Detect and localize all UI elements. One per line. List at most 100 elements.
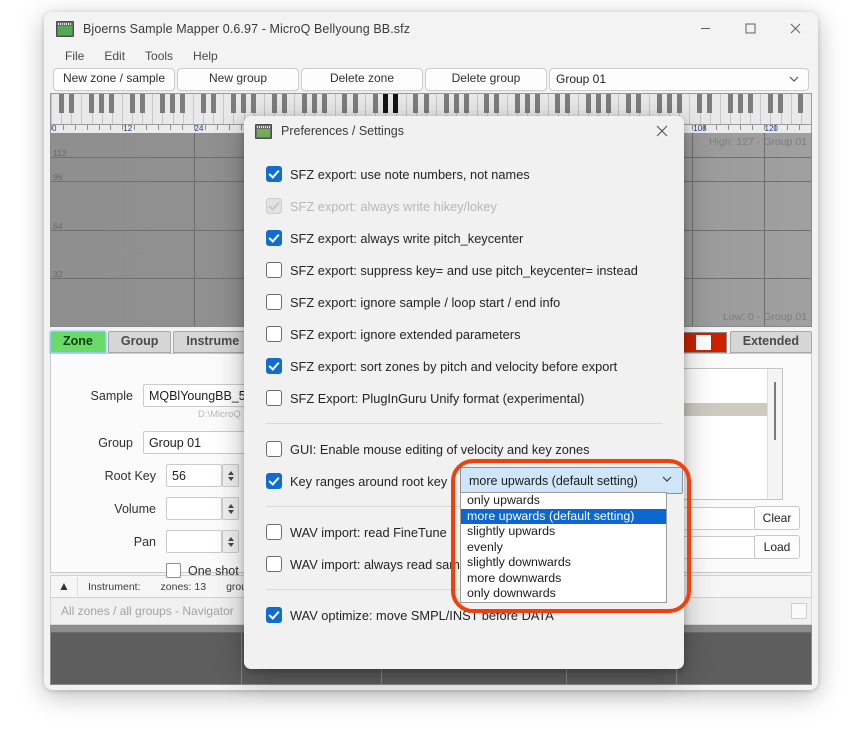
black-key[interactable] <box>768 94 774 113</box>
black-key[interactable] <box>68 94 74 113</box>
white-key[interactable] <box>51 94 52 124</box>
option-sfz-0[interactable]: SFZ export: use note numbers, not names <box>266 158 662 190</box>
black-key[interactable] <box>524 94 530 113</box>
chevron-up-icon[interactable]: ▲ <box>51 577 78 596</box>
black-key[interactable] <box>585 94 591 113</box>
black-key[interactable] <box>565 94 571 113</box>
tab-group[interactable]: Group <box>107 331 172 353</box>
key-range-dropdown-list[interactable]: only upwards more upwards (default settin… <box>460 492 667 603</box>
tab-zone[interactable]: Zone <box>50 331 106 353</box>
black-key[interactable] <box>697 94 703 113</box>
delete-group-button[interactable]: Delete group <box>425 67 547 91</box>
option-wav-optimize-0[interactable]: WAV optimize: move SMPL/INST before DATA <box>266 599 662 631</box>
extended-button[interactable]: Extended <box>729 331 812 353</box>
black-key[interactable] <box>514 94 520 113</box>
black-key[interactable] <box>301 94 307 113</box>
root-key-field[interactable]: 56 <box>166 464 222 487</box>
option-sfz-6[interactable]: SFZ export: sort zones by pitch and velo… <box>266 350 662 382</box>
menu-file[interactable]: File <box>55 47 94 66</box>
tab-instrument[interactable]: Instrume <box>173 331 253 353</box>
white-key[interactable] <box>192 94 194 124</box>
menu-tools[interactable]: Tools <box>135 47 183 66</box>
white-key[interactable] <box>689 94 691 124</box>
black-key[interactable] <box>676 94 682 113</box>
white-key[interactable] <box>81 94 83 124</box>
volume-stepper[interactable] <box>222 497 239 520</box>
black-key[interactable] <box>160 94 166 113</box>
volume-field[interactable] <box>166 497 222 520</box>
white-key[interactable] <box>760 94 762 124</box>
dropdown-option[interactable]: slightly upwards <box>461 524 666 540</box>
sample-list[interactable] <box>683 368 783 500</box>
dropdown-option[interactable]: slightly downwards <box>461 555 666 571</box>
black-key[interactable] <box>666 94 672 113</box>
root-key-stepper[interactable] <box>222 464 239 487</box>
delete-zone-button[interactable]: Delete zone <box>301 67 423 91</box>
white-key[interactable] <box>790 94 792 124</box>
black-key[interactable] <box>443 94 449 113</box>
checkbox-icon[interactable] <box>266 473 282 489</box>
option-gui-0[interactable]: GUI: Enable mouse editing of velocity an… <box>266 433 662 465</box>
white-key[interactable] <box>719 94 721 124</box>
black-key[interactable] <box>798 94 804 113</box>
minimize-icon[interactable] <box>683 12 728 45</box>
black-key[interactable] <box>170 94 176 113</box>
black-key[interactable] <box>453 94 459 113</box>
group-select[interactable]: Group 01 <box>549 67 809 91</box>
black-key[interactable] <box>383 94 388 113</box>
close-icon[interactable] <box>773 12 818 45</box>
checkbox-icon[interactable] <box>266 230 282 246</box>
list-scrollbar-thumb[interactable] <box>774 382 776 440</box>
menu-edit[interactable]: Edit <box>94 47 135 66</box>
black-key[interactable] <box>139 94 145 113</box>
checkbox-icon[interactable] <box>266 607 282 623</box>
checkbox-icon[interactable] <box>266 358 282 374</box>
checkbox-icon[interactable] <box>266 524 282 540</box>
checkbox-icon[interactable] <box>266 326 282 342</box>
option-sfz-3[interactable]: SFZ export: suppress key= and use pitch_… <box>266 254 662 286</box>
black-key[interactable] <box>555 94 561 113</box>
black-key[interactable] <box>372 94 378 113</box>
black-key[interactable] <box>464 94 470 113</box>
white-key[interactable] <box>152 94 154 124</box>
checkbox-icon[interactable] <box>266 262 282 278</box>
black-key[interactable] <box>342 94 348 113</box>
dropdown-option[interactable]: evenly <box>461 540 666 556</box>
black-key[interactable] <box>281 94 287 113</box>
black-key[interactable] <box>58 94 64 113</box>
checkbox-icon[interactable] <box>266 166 282 182</box>
option-sfz-4[interactable]: SFZ export: ignore sample / loop start /… <box>266 286 662 318</box>
maximize-icon[interactable] <box>728 12 773 45</box>
checkbox-icon[interactable] <box>266 556 282 572</box>
black-key[interactable] <box>535 94 540 113</box>
black-key[interactable] <box>251 94 257 113</box>
pan-stepper[interactable] <box>222 530 239 553</box>
checkbox-icon[interactable] <box>266 441 282 457</box>
black-key[interactable] <box>747 94 753 113</box>
black-key[interactable] <box>423 94 429 113</box>
one-shot-row[interactable]: One shot <box>166 563 239 578</box>
pan-field[interactable] <box>166 530 222 553</box>
black-key[interactable] <box>180 94 186 113</box>
black-key[interactable] <box>200 94 206 113</box>
menu-help[interactable]: Help <box>183 47 228 66</box>
navigator-handle[interactable] <box>791 603 807 619</box>
black-key[interactable] <box>737 94 743 113</box>
black-key[interactable] <box>494 94 500 113</box>
black-key[interactable] <box>129 94 135 113</box>
black-key[interactable] <box>626 94 632 113</box>
list-item[interactable] <box>684 403 768 416</box>
option-sfz-5[interactable]: SFZ export: ignore extended parameters <box>266 318 662 350</box>
dropdown-option[interactable]: only downwards <box>461 586 666 602</box>
white-key[interactable] <box>223 94 225 124</box>
one-shot-checkbox[interactable] <box>166 563 181 578</box>
dropdown-option[interactable]: more upwards (default setting) <box>461 508 666 524</box>
black-key[interactable] <box>393 94 399 113</box>
checkbox-icon[interactable] <box>266 294 282 310</box>
option-sfz-7[interactable]: SFZ Export: PlugInGuru Unify format (exp… <box>266 382 662 414</box>
black-key[interactable] <box>271 94 277 113</box>
black-key[interactable] <box>312 94 318 113</box>
black-key[interactable] <box>352 94 358 113</box>
dropdown-option[interactable]: only upwards <box>461 493 666 509</box>
checkbox-icon[interactable] <box>266 390 282 406</box>
